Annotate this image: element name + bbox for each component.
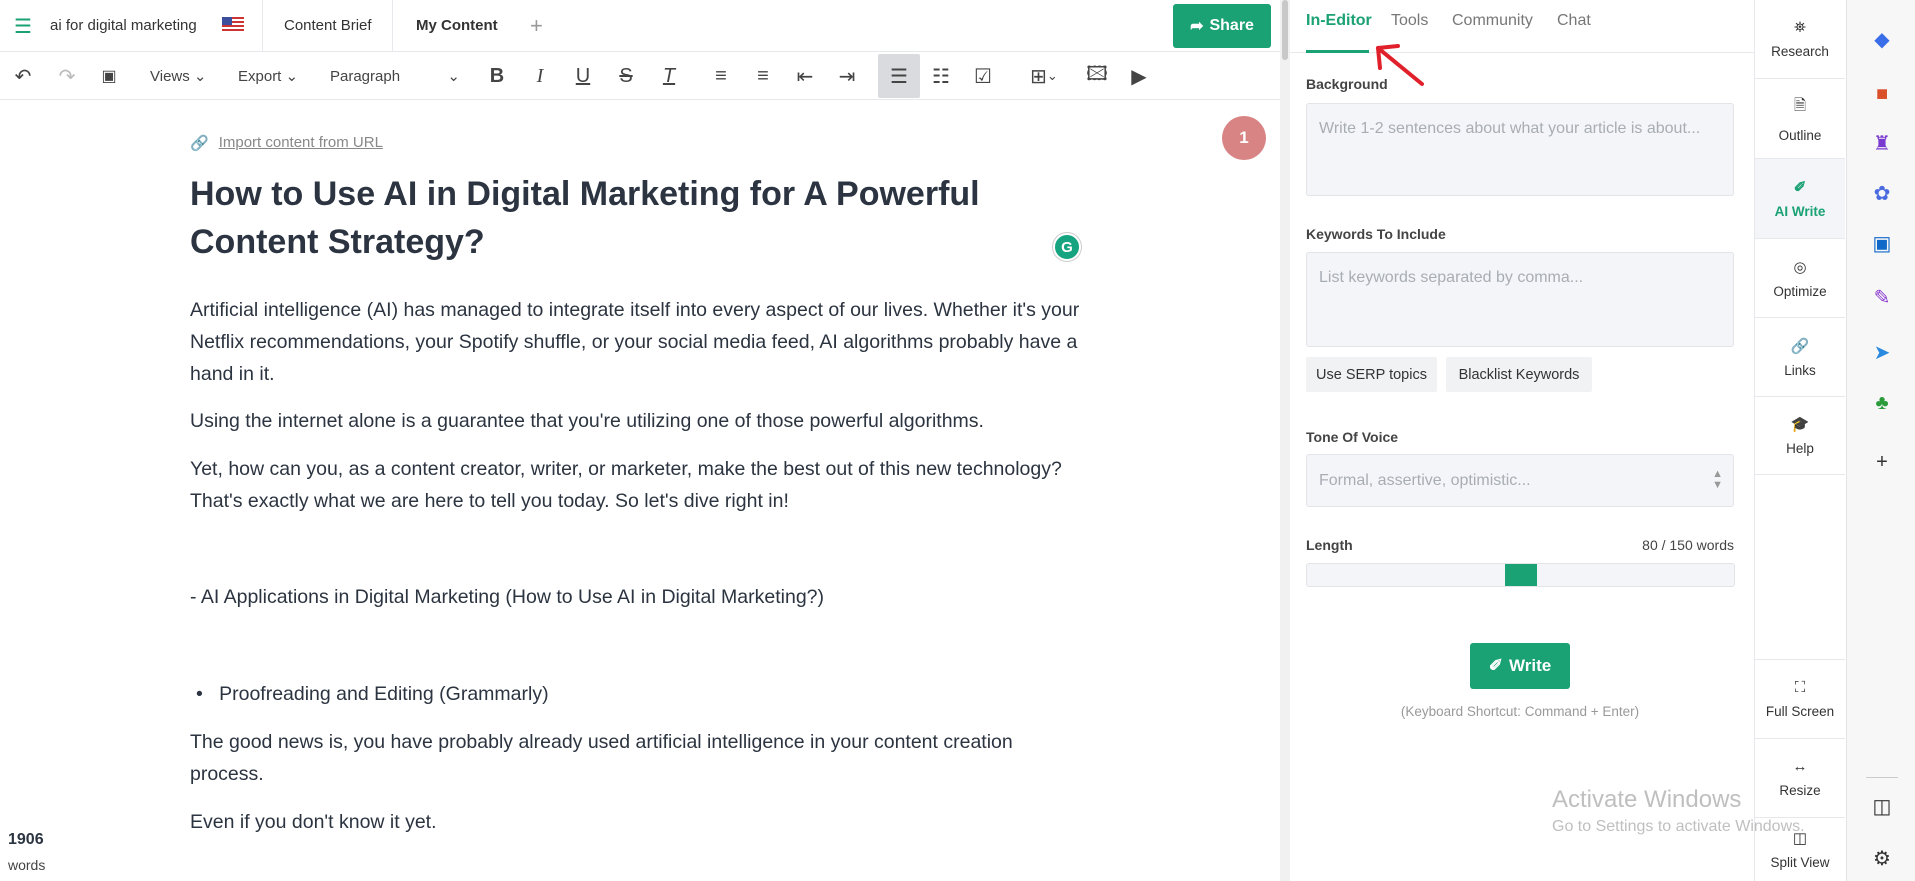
menu-icon[interactable]: ☰: [14, 14, 32, 39]
nav-outline[interactable]: 🗎 Outline: [1755, 79, 1845, 159]
nav-ai-write[interactable]: ✐ AI Write: [1755, 159, 1845, 239]
numbered-list-icon[interactable]: ☷: [926, 62, 956, 90]
share-button[interactable]: ➦ Share: [1173, 4, 1271, 48]
align-left-icon[interactable]: ≡: [706, 62, 736, 90]
binoculars-icon: ⛯: [1793, 19, 1806, 36]
length-value: 80 / 150 words: [1642, 537, 1734, 553]
video-icon[interactable]: ▶: [1124, 62, 1154, 90]
chess-icon[interactable]: ♜: [1868, 129, 1896, 157]
bullet-list-icon[interactable]: ☰: [878, 54, 920, 98]
export-dropdown[interactable]: Export ⌄: [238, 62, 298, 90]
indent-icon[interactable]: ⇥: [832, 62, 862, 90]
tab-chat[interactable]: Chat: [1557, 12, 1591, 30]
tone-label: Tone Of Voice: [1306, 429, 1399, 445]
length-label: Length: [1306, 537, 1353, 553]
graduation-cap-icon: 🎓: [1790, 416, 1810, 433]
slider-thumb[interactable]: [1504, 564, 1537, 586]
use-serp-topics-button[interactable]: Use SERP topics: [1306, 357, 1437, 392]
bullet-item[interactable]: • Proofreading and Editing (Grammarly): [196, 678, 549, 710]
nav-links[interactable]: 🔗 Links: [1755, 318, 1845, 397]
word-count: 1906: [8, 831, 44, 848]
article-title[interactable]: How to Use AI in Digital Marketing for A…: [190, 170, 1070, 266]
align-center-icon[interactable]: ≡: [748, 62, 778, 90]
editor-scrollbar[interactable]: [1280, 0, 1290, 881]
outlook-icon[interactable]: ▣: [1868, 229, 1896, 257]
tag-icon[interactable]: ◆: [1868, 25, 1896, 53]
paragraph[interactable]: Even if you don't know it yet.: [190, 806, 437, 838]
settings-icon[interactable]: ⚙: [1868, 844, 1896, 872]
nav-full-screen[interactable]: ⛶ Full Screen: [1755, 660, 1845, 739]
blacklist-keywords-button[interactable]: Blacklist Keywords: [1446, 357, 1592, 392]
nav-resize[interactable]: ↔ Resize: [1755, 739, 1845, 818]
paragraph[interactable]: Yet, how can you, as a content creator, …: [190, 453, 1090, 517]
nav-help[interactable]: 🎓 Help: [1755, 397, 1845, 475]
target-icon: ◎: [1793, 258, 1807, 276]
send-icon[interactable]: ➤: [1868, 338, 1896, 366]
paragraph[interactable]: The good news is, you have probably alre…: [190, 726, 1090, 790]
underline-icon[interactable]: U: [568, 62, 598, 90]
magic-wand-icon: ✐: [1793, 179, 1807, 196]
shortcut-hint: (Keyboard Shortcut: Command + Enter): [1400, 704, 1640, 719]
resize-icon: ↔: [1792, 758, 1808, 775]
add-tab-button[interactable]: +: [530, 0, 543, 52]
divider: [262, 0, 263, 52]
document-icon: 🗎: [1793, 96, 1807, 114]
redo-icon[interactable]: ↷: [52, 62, 82, 90]
keywords-label: Keywords To Include: [1306, 226, 1446, 242]
tone-select[interactable]: Formal, assertive, optimistic... ▲ ▼: [1306, 454, 1734, 507]
add-icon[interactable]: +: [1868, 448, 1896, 476]
sidebar-toggle-icon[interactable]: ◫: [1868, 792, 1896, 820]
image-icon[interactable]: 🖾: [1082, 62, 1112, 90]
share-icon: ➦: [1190, 18, 1204, 35]
tab-my-content[interactable]: My Content: [416, 0, 498, 52]
bold-icon[interactable]: B: [482, 62, 512, 90]
outdent-icon[interactable]: ⇤: [790, 62, 820, 90]
checklist-icon[interactable]: ☑: [968, 62, 998, 90]
tab-in-editor[interactable]: In-Editor: [1306, 12, 1372, 30]
designer-icon[interactable]: ✎: [1868, 283, 1896, 311]
save-icon[interactable]: ▣: [94, 62, 124, 90]
keywords-input[interactable]: List keywords separated by comma...: [1306, 252, 1734, 347]
magic-wand-icon: ✐: [1488, 656, 1504, 675]
link-icon: 🔗: [190, 135, 209, 152]
tree-icon[interactable]: ♣: [1868, 389, 1896, 417]
italic-icon[interactable]: I: [525, 62, 555, 90]
import-url-link[interactable]: 🔗 Import content from URL: [190, 134, 383, 152]
briefcase-icon[interactable]: ■: [1868, 80, 1896, 108]
strikethrough-icon[interactable]: S: [611, 62, 641, 90]
clear-format-icon[interactable]: T: [654, 62, 684, 90]
fullscreen-icon: ⛶: [1794, 679, 1806, 696]
undo-icon[interactable]: ↶: [8, 62, 38, 90]
nav-optimize[interactable]: ◎ Optimize: [1755, 239, 1845, 318]
views-dropdown[interactable]: Views ⌄: [150, 62, 207, 90]
notification-badge[interactable]: 1: [1222, 116, 1266, 160]
length-slider[interactable]: [1306, 563, 1735, 587]
document-title[interactable]: ai for digital marketing: [50, 0, 197, 52]
paragraph[interactable]: Artificial intelligence (AI) has managed…: [190, 294, 1090, 390]
background-input[interactable]: Write 1-2 sentences about what your arti…: [1306, 103, 1734, 196]
tab-content-brief[interactable]: Content Brief: [284, 0, 372, 52]
activate-windows-hint: Go to Settings to activate Windows.: [1552, 818, 1805, 835]
nav-research[interactable]: ⛯ Research: [1755, 0, 1845, 79]
copilot-icon[interactable]: ✿: [1868, 179, 1896, 207]
tab-tools[interactable]: Tools: [1391, 12, 1428, 30]
paragraph[interactable]: Using the internet alone is a guarantee …: [190, 405, 984, 437]
us-flag-icon: [222, 17, 244, 33]
share-label: Share: [1209, 17, 1254, 34]
word-count-label: words: [8, 857, 46, 873]
paragraph[interactable]: - AI Applications in Digital Marketing (…: [190, 581, 824, 613]
table-icon[interactable]: ⊞ ⌄: [1022, 62, 1066, 90]
grammarly-icon[interactable]: G: [1053, 233, 1081, 261]
paragraph-dropdown[interactable]: Paragraph ⌄: [330, 62, 460, 90]
activate-windows-watermark: Activate Windows: [1552, 786, 1742, 813]
background-label: Background: [1306, 76, 1388, 92]
divider: [392, 0, 393, 52]
active-tab-indicator: [1306, 50, 1369, 53]
write-button[interactable]: ✐ Write: [1470, 643, 1570, 689]
link-icon: 🔗: [1790, 337, 1810, 355]
tab-community[interactable]: Community: [1452, 12, 1533, 30]
